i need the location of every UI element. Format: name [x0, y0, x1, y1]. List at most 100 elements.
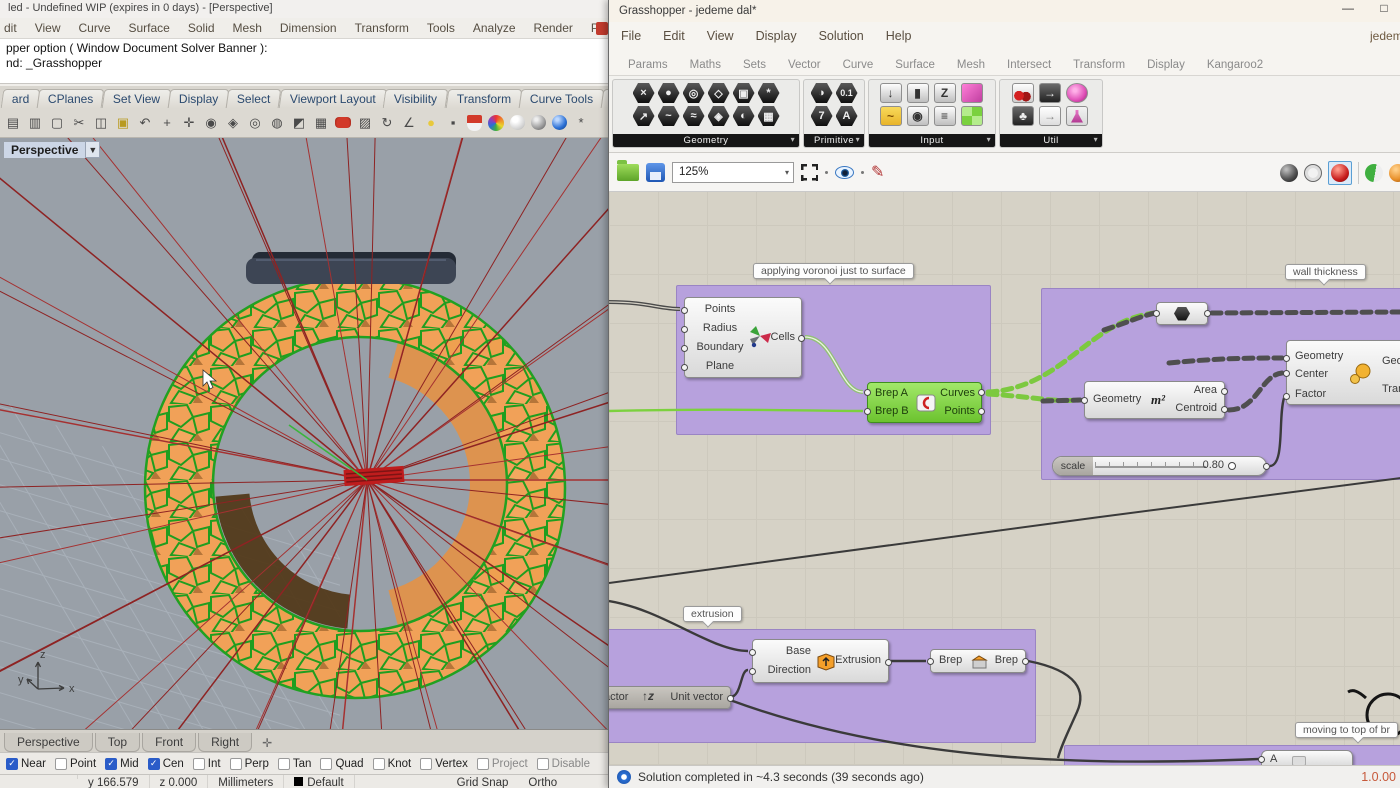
gh-menu-item[interactable]: File: [621, 29, 641, 43]
viewport-tab[interactable]: Right: [198, 733, 252, 752]
rhino-title-bar[interactable]: led - Undefined WIP (expires in 0 days) …: [0, 0, 610, 18]
component-tab[interactable]: Maths: [679, 55, 732, 75]
group-label-extrusion[interactable]: extrusion: [683, 606, 742, 622]
osnap-toggle[interactable]: Knot: [373, 758, 412, 770]
grasshopper-title-bar[interactable]: Grasshopper - jedeme dal*: [609, 0, 1400, 22]
component-tab[interactable]: Vector: [777, 55, 832, 75]
osnap-toggle[interactable]: Project: [477, 758, 528, 770]
port-geometry[interactable]: [1081, 397, 1088, 404]
toolbar-tab[interactable]: ard: [1, 89, 41, 108]
component-tab[interactable]: Mesh: [946, 55, 996, 75]
ortho-toggle[interactable]: Ortho: [518, 775, 567, 788]
component-tab[interactable]: Params: [617, 55, 679, 75]
component-tab[interactable]: Kangaroo2: [1196, 55, 1274, 75]
toolbar-tab[interactable]: Select: [226, 89, 282, 108]
osnap-toggle[interactable]: Tan: [278, 758, 312, 770]
checkbox-icon[interactable]: [193, 758, 205, 770]
sphere-gray-icon[interactable]: [531, 115, 546, 130]
component-tab[interactable]: Sets: [732, 55, 777, 75]
cherry-icon[interactable]: [1012, 83, 1034, 103]
port-direction[interactable]: [749, 668, 756, 675]
document-preview-icon[interactable]: [1389, 164, 1400, 182]
gradient-icon[interactable]: [961, 83, 983, 103]
checkbox-icon[interactable]: [477, 758, 489, 770]
rhino-menu-item[interactable]: Curve: [78, 21, 110, 35]
port-geometry[interactable]: [1283, 355, 1290, 362]
add-viewport-button[interactable]: ✛: [254, 734, 280, 752]
boolean-toggle-icon[interactable]: ▮: [907, 83, 929, 103]
arc-param-icon[interactable]: ~: [658, 106, 680, 126]
colour-swatch-icon[interactable]: [961, 106, 983, 126]
gh-menu-item[interactable]: Solution: [819, 29, 864, 43]
port-unit-vector-out[interactable]: [727, 695, 734, 702]
gh-menu-item[interactable]: Help: [886, 29, 912, 43]
flask-icon[interactable]: [1066, 106, 1088, 126]
angle-icon[interactable]: ∠: [399, 113, 419, 133]
grasshopper-canvas[interactable]: applying voronoi just to surface wall th…: [609, 192, 1400, 765]
osnap-toggle[interactable]: Perp: [230, 758, 269, 770]
port-factor[interactable]: [1283, 393, 1290, 400]
port-base[interactable]: [749, 649, 756, 656]
zoom-combo[interactable]: ▾: [672, 162, 794, 183]
undo-icon[interactable]: ↶: [135, 113, 155, 133]
osnap-toggle[interactable]: Vertex: [420, 758, 468, 770]
box-param-icon[interactable]: ▣: [733, 83, 755, 103]
toolbar-tab[interactable]: Viewport Layout: [278, 89, 387, 108]
zoom-input[interactable]: [673, 166, 773, 178]
active-layer[interactable]: Default: [284, 775, 354, 788]
group-label-voronoi[interactable]: applying voronoi just to surface: [753, 263, 914, 279]
port-points-out[interactable]: [978, 408, 985, 415]
relay-icon[interactable]: →: [1039, 83, 1061, 103]
port-points[interactable]: [681, 307, 688, 314]
pattern-param-icon[interactable]: *: [758, 83, 780, 103]
port-brep-out[interactable]: [1022, 658, 1029, 665]
knob-icon[interactable]: ◉: [907, 106, 929, 126]
component-tab[interactable]: Intersect: [996, 55, 1062, 75]
maximize-button[interactable]: □: [1374, 1, 1394, 15]
selected-only-preview-icon[interactable]: [1365, 164, 1383, 182]
gh-menu-item[interactable]: View: [707, 29, 734, 43]
unit-vector-component[interactable]: actor ↑z Unit vector: [609, 686, 731, 709]
sphere-param-icon[interactable]: ◐: [733, 106, 755, 126]
group-label-moving[interactable]: moving to top of br: [1295, 722, 1398, 738]
shaded-preview-selected[interactable]: [1328, 161, 1352, 185]
rhino-menu-item[interactable]: Render: [534, 21, 573, 35]
zoom-window-icon[interactable]: ◈: [223, 113, 243, 133]
lock-icon[interactable]: ▪: [443, 113, 463, 133]
move-icon[interactable]: ✛: [179, 113, 199, 133]
surface-param-icon[interactable]: ▦: [758, 106, 780, 126]
component-tab[interactable]: Display: [1136, 55, 1196, 75]
osnap-toggle[interactable]: Disable: [537, 758, 590, 770]
save-file-icon[interactable]: [646, 163, 665, 182]
checkbox-icon[interactable]: [278, 758, 290, 770]
checkbox-icon[interactable]: [6, 758, 18, 770]
checkbox-icon[interactable]: [320, 758, 332, 770]
component-tab[interactable]: Surface: [884, 55, 946, 75]
port-a-in[interactable]: [1258, 756, 1265, 763]
save-icon[interactable]: ▤: [3, 113, 23, 133]
sphere-white-icon[interactable]: [510, 115, 525, 130]
port-plane[interactable]: [681, 364, 688, 371]
panel-icon[interactable]: ≡: [934, 106, 956, 126]
gh-menu-item[interactable]: Edit: [663, 29, 685, 43]
toolbar-tab[interactable]: Set View: [101, 89, 171, 108]
scale-component[interactable]: Geometry Center Factor Geometry Transfor…: [1286, 340, 1400, 405]
checkbox-icon[interactable]: [105, 758, 117, 770]
jellyfish-icon[interactable]: [1066, 83, 1088, 103]
preview-eye-icon[interactable]: [835, 166, 854, 179]
integer-param-icon[interactable]: 7: [811, 106, 833, 126]
port-area[interactable]: [1221, 388, 1228, 395]
plane-param-icon[interactable]: ◇: [708, 83, 730, 103]
scale-slider[interactable]: scale 0.80: [1052, 456, 1267, 476]
port-slider-out[interactable]: [1263, 463, 1270, 470]
units[interactable]: Millimeters: [208, 775, 284, 788]
pan-icon[interactable]: +: [157, 113, 177, 133]
osnap-toggle[interactable]: Near: [6, 758, 46, 770]
viewport-tab[interactable]: Front: [142, 733, 196, 752]
rhino-menu-item[interactable]: View: [35, 21, 61, 35]
toolbar-tab[interactable]: Display: [168, 89, 230, 108]
osnap-toggle[interactable]: Quad: [320, 758, 363, 770]
rhino-menu-item[interactable]: Analyze: [473, 21, 516, 35]
zoom-dynamic-icon[interactable]: ◎: [245, 113, 265, 133]
viewport-layout-icon[interactable]: ▦: [311, 113, 331, 133]
